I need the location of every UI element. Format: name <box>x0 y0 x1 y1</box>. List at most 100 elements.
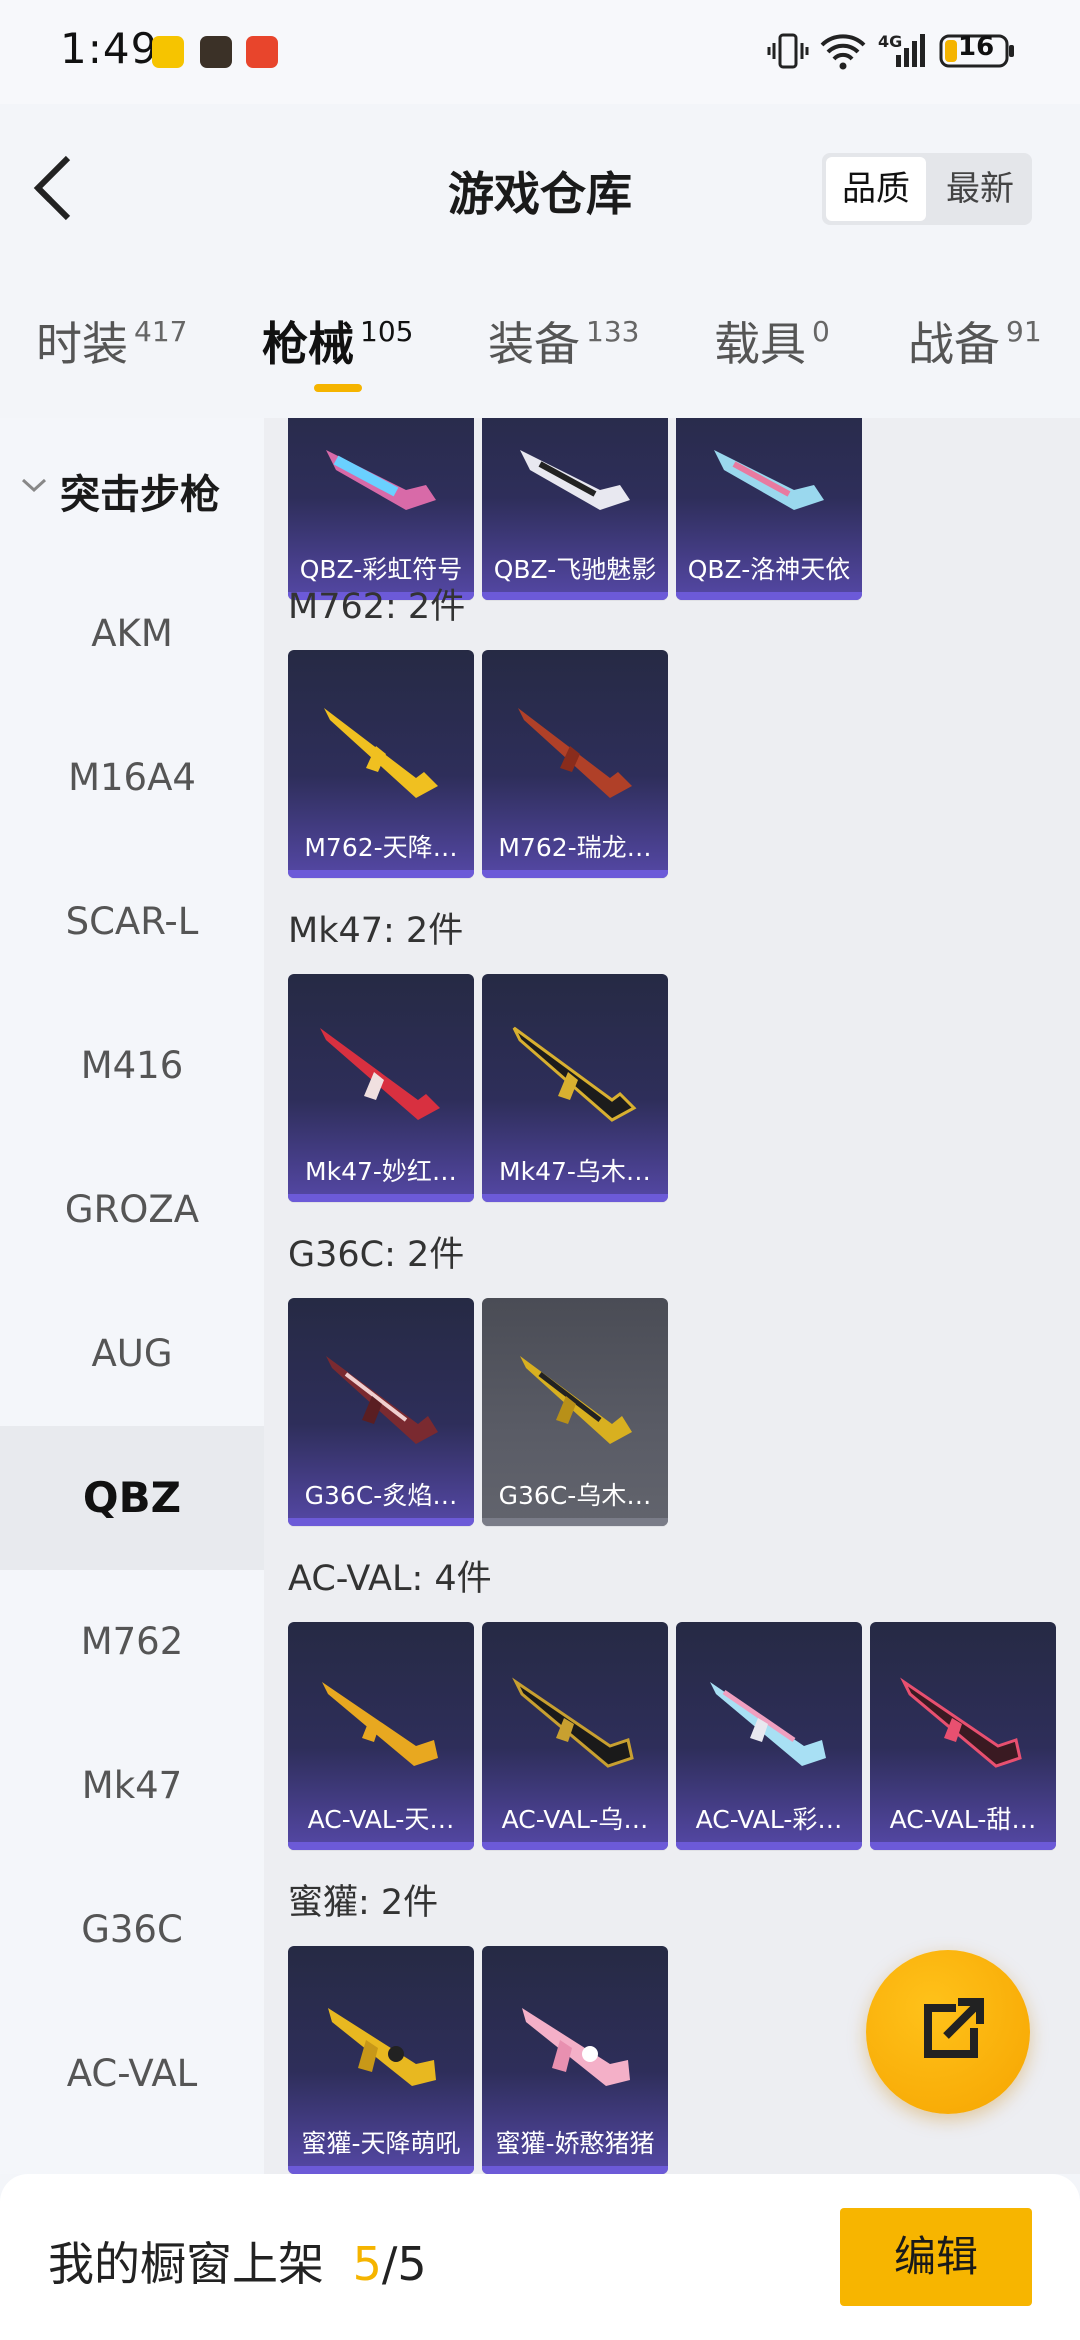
vibrate-icon <box>766 26 810 76</box>
sidebar-item-aug[interactable]: AUG <box>0 1282 264 1426</box>
tab-count: 105 <box>360 315 414 348</box>
quality-bar <box>482 1842 668 1850</box>
quality-bar <box>676 1842 862 1850</box>
skin-card[interactable]: AC-VAL-天… <box>288 1622 474 1850</box>
tab-count: 133 <box>586 315 640 348</box>
chevron-down-icon <box>20 472 48 502</box>
skin-card[interactable]: Mk47-妙红… <box>288 974 474 1202</box>
tab-equipment[interactable]: 装备 133 <box>488 314 639 374</box>
skin-name: Mk47-乌木… <box>499 1157 651 1186</box>
rifle-skin-image <box>522 2008 630 2086</box>
tab-count: 417 <box>134 315 188 348</box>
edit-button[interactable]: 编辑 <box>840 2208 1032 2306</box>
quality-bar <box>870 1842 1056 1850</box>
sidebar-category-label: 突击步枪 <box>60 472 220 518</box>
sidebar-item-g36c[interactable]: G36C <box>0 1858 264 2002</box>
skin-card[interactable]: QBZ-彩虹符号 <box>288 418 474 600</box>
skin-list: QBZ-彩虹符号 QBZ-飞驰魅影 QBZ-洛神天依 M762: 2件 M762… <box>264 418 1080 2174</box>
sort-quality-button[interactable]: 品质 <box>826 157 926 221</box>
tab-guns[interactable]: 枪械 105 <box>262 314 413 374</box>
rifle-skin-image <box>520 450 630 510</box>
skin-card[interactable]: 蜜獾-娇憨猪猪 <box>482 1946 668 2174</box>
skin-name: AC-VAL-甜… <box>889 1805 1037 1834</box>
skin-card[interactable]: M762-瑞龙… <box>482 650 668 878</box>
group-title-ac-val: AC-VAL: 4件 <box>288 1559 492 1599</box>
sidebar-item-akm[interactable]: AKM <box>0 562 264 706</box>
weapon-type-sidebar: 突击步枪 AKM M16A4 SCAR-L M416 GROZA AUG QBZ… <box>0 418 264 2174</box>
skin-name: G36C-炙焰… <box>304 1481 458 1510</box>
svg-text:4G: 4G <box>878 32 902 51</box>
skin-name: 蜜獾-娇憨猪猪 <box>495 2129 655 2158</box>
tab-supplies[interactable]: 战备 91 <box>908 314 1042 374</box>
rifle-skin-image <box>900 1677 1022 1768</box>
active-tab-indicator <box>314 384 362 392</box>
showcase-current-count: 5 <box>352 2237 382 2291</box>
rifle-skin-image <box>322 1682 438 1766</box>
tab-vehicles[interactable]: 载具 0 <box>714 314 830 374</box>
rifle-skin-image <box>512 1677 634 1768</box>
sidebar-category-header[interactable]: 突击步枪 <box>0 448 264 528</box>
share-button[interactable] <box>866 1950 1030 2114</box>
sidebar-item-groza[interactable]: GROZA <box>0 1138 264 1282</box>
skin-name: QBZ-洛神天依 <box>687 555 851 584</box>
rifle-skin-image <box>326 450 436 510</box>
skin-card[interactable]: G36C-乌木… <box>482 1298 668 1526</box>
rifle-skin-image <box>328 2008 436 2086</box>
battery-icon: 16 <box>938 26 1018 76</box>
rifle-skin-image <box>518 708 632 798</box>
showcase-label: 我的橱窗上架 <box>48 2237 324 2291</box>
tab-label: 枪械 <box>262 317 354 371</box>
skin-card[interactable]: M762-天降… <box>288 650 474 878</box>
skin-name: M762-瑞龙… <box>498 833 652 862</box>
showcase-bar: 我的橱窗上架 5/5 编辑 <box>0 2174 1080 2340</box>
quality-bar <box>288 1194 474 1202</box>
sidebar-item-ac-val[interactable]: AC-VAL <box>0 2002 264 2146</box>
sidebar-item-m16a4[interactable]: M16A4 <box>0 706 264 850</box>
rifle-skin-image <box>326 1356 438 1444</box>
tab-count: 0 <box>812 315 830 348</box>
skin-card[interactable]: AC-VAL-甜… <box>870 1622 1056 1850</box>
quality-bar <box>482 592 668 600</box>
quality-bar <box>482 1194 668 1202</box>
rifle-skin-image <box>512 1026 637 1122</box>
quality-bar <box>482 870 668 878</box>
rifle-skin-image <box>520 1356 632 1444</box>
quality-bar <box>288 1842 474 1850</box>
share-icon <box>924 1998 984 2058</box>
rifle-skin-image <box>710 1682 826 1766</box>
sidebar-item-qbz[interactable]: QBZ <box>0 1426 264 1570</box>
skin-name: AC-VAL-乌… <box>501 1805 649 1834</box>
tab-fashion[interactable]: 时装 417 <box>36 314 187 374</box>
sort-toggle: 品质 最新 <box>822 153 1032 225</box>
quality-bar <box>288 2166 474 2174</box>
notification-app-icon <box>152 36 184 68</box>
sidebar-item-m416[interactable]: M416 <box>0 994 264 1138</box>
skin-name: AC-VAL-天… <box>307 1805 455 1834</box>
status-time: 1:49 <box>60 24 159 73</box>
rifle-skin-image <box>714 450 824 510</box>
tab-label: 时装 <box>36 317 128 371</box>
sort-latest-button[interactable]: 最新 <box>928 153 1032 225</box>
wifi-icon <box>818 26 868 76</box>
skin-card[interactable]: G36C-炙焰… <box>288 1298 474 1526</box>
quality-bar <box>676 592 862 600</box>
tab-count: 91 <box>1006 315 1042 348</box>
skin-card[interactable]: Mk47-乌木… <box>482 974 668 1202</box>
tab-label: 载具 <box>714 317 806 371</box>
skin-card[interactable]: AC-VAL-乌… <box>482 1622 668 1850</box>
sidebar-item-mk47[interactable]: Mk47 <box>0 1714 264 1858</box>
group-title-mk47: Mk47: 2件 <box>288 911 464 951</box>
skin-card[interactable]: QBZ-飞驰魅影 <box>482 418 668 600</box>
sidebar-item-m762[interactable]: M762 <box>0 1570 264 1714</box>
status-bar: 1:49 4G 16 <box>0 0 1080 104</box>
tab-label: 装备 <box>488 317 580 371</box>
sidebar-item-scar-l[interactable]: SCAR-L <box>0 850 264 994</box>
skin-card[interactable]: AC-VAL-彩… <box>676 1622 862 1850</box>
app-root: 1:49 4G 16 游戏仓库 品质 最新 时装 417 枪械 105 装备 1… <box>0 0 1080 2340</box>
skin-card[interactable]: QBZ-洛神天依 <box>676 418 862 600</box>
showcase-total-count: 5 <box>397 2237 427 2291</box>
quality-bar <box>482 2166 668 2174</box>
skin-name: 蜜獾-天降萌吼 <box>301 2129 461 2158</box>
skin-card[interactable]: 蜜獾-天降萌吼 <box>288 1946 474 2174</box>
showcase-status: 我的橱窗上架 5/5 <box>48 2228 427 2294</box>
